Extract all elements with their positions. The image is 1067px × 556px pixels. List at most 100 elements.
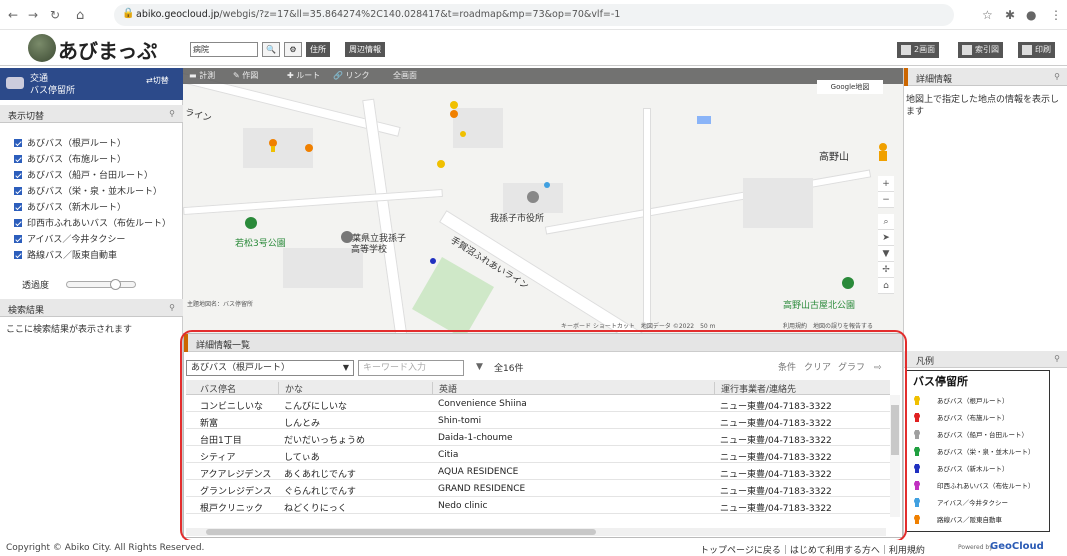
legend-label: あびバス（栄・泉・並木ルート） bbox=[937, 448, 1035, 456]
gear-button[interactable]: ⚙ bbox=[284, 42, 302, 57]
table-row[interactable]: 台田1丁目 だいだいっちょうめ Daida-1-choume ニュー東豊/04-718… bbox=[186, 430, 890, 446]
bus-stop-marker[interactable] bbox=[430, 258, 436, 264]
clear-button[interactable]: クリア bbox=[804, 361, 831, 375]
column-header-kana[interactable]: かな bbox=[278, 382, 303, 395]
table-row[interactable]: グランレジデンス ぐらんれじでんす GRAND RESIDENCE ニュー東豊/04-… bbox=[186, 481, 890, 497]
bus-stop-marker[interactable] bbox=[460, 131, 466, 137]
table-row[interactable]: 根戸クリニック ねどくりにっく Nedo clinic ニュー東豊/04-7183-3… bbox=[186, 498, 890, 514]
search-button[interactable]: 🔍 bbox=[262, 42, 280, 57]
scrollbar-thumb[interactable] bbox=[891, 405, 899, 455]
layer-checkbox-5[interactable]: 印西市ふれあいバス（布佐ルート） bbox=[14, 216, 171, 230]
detail-info-header[interactable]: 詳細情報 ⚲ bbox=[904, 68, 1067, 86]
bus-stop-pin-icon bbox=[914, 430, 920, 439]
table-horizontal-scrollbar[interactable] bbox=[186, 528, 886, 536]
table-cell: ニュー東豊/04-7183-3322 bbox=[720, 419, 832, 429]
filter-icon[interactable]: ▼ bbox=[878, 246, 894, 262]
bus-stop-marker[interactable] bbox=[305, 144, 313, 152]
layer-switch-label: 切替 bbox=[152, 76, 169, 85]
zoom-in-button[interactable]: + bbox=[878, 176, 894, 192]
poi-marker[interactable] bbox=[842, 277, 854, 289]
table-cell: グランレジデンス bbox=[200, 487, 272, 497]
checkbox-icon[interactable] bbox=[14, 203, 22, 211]
location-icon[interactable]: ➤ bbox=[878, 230, 894, 246]
condition-button[interactable]: 条件 bbox=[778, 361, 796, 375]
search-input[interactable]: 病院 bbox=[190, 42, 258, 57]
layer-checkbox-2[interactable]: あびバス（船戸・台田ルート） bbox=[14, 168, 153, 182]
geocloud-logo[interactable]: GeoCloud bbox=[990, 541, 1044, 552]
star-icon[interactable]: ☆ bbox=[982, 8, 993, 22]
bus-stop-marker[interactable] bbox=[450, 101, 458, 118]
extensions-icon[interactable]: ✱ bbox=[1005, 8, 1015, 22]
two-screen-button[interactable]: 2画面 bbox=[897, 42, 940, 58]
reload-icon[interactable]: ↻ bbox=[50, 8, 60, 22]
poi-marker[interactable] bbox=[527, 191, 539, 203]
table-row[interactable]: シティア してぃあ Citia ニュー東豊/04-7183-3322 bbox=[186, 447, 890, 463]
bus-stop-marker[interactable] bbox=[544, 182, 550, 188]
home-icon[interactable]: ⌂ bbox=[76, 8, 84, 23]
pegman-icon[interactable] bbox=[879, 143, 887, 161]
address-bar[interactable]: 🔒 abiko.geocloud.jp/webgis/?z=17&ll=35.8… bbox=[114, 4, 954, 26]
layer-checkbox-0[interactable]: あびバス（根戸ルート） bbox=[14, 136, 126, 150]
legend-header[interactable]: 凡例 ⚲ bbox=[904, 351, 1067, 368]
forward-icon[interactable]: → bbox=[28, 8, 38, 22]
layer-label: あびバス（船戸・台田ルート） bbox=[27, 171, 154, 181]
home-icon[interactable]: ⌂ bbox=[878, 278, 894, 294]
column-header-english[interactable]: 英語 bbox=[432, 382, 457, 395]
table-cell: アクアレジデンス bbox=[200, 470, 272, 480]
export-icon[interactable]: ⇨ bbox=[874, 361, 882, 375]
pin-icon[interactable]: ⚲ bbox=[1054, 354, 1060, 363]
bus-stop-marker[interactable] bbox=[269, 139, 277, 152]
bus-stop-pin-icon bbox=[914, 396, 920, 405]
checkbox-icon[interactable] bbox=[14, 171, 22, 179]
checkbox-icon[interactable] bbox=[14, 251, 22, 259]
bus-stop-marker[interactable] bbox=[437, 160, 445, 168]
layer-checkbox-3[interactable]: あびバス（栄・泉・並木ルート） bbox=[14, 184, 162, 198]
route-select[interactable]: あびバス（根戸ルート） ▼ bbox=[186, 360, 354, 376]
index-map-button[interactable]: 索引図 bbox=[958, 42, 1003, 58]
scrollbar-thumb[interactable] bbox=[206, 529, 596, 535]
zoom-out-button[interactable]: − bbox=[878, 192, 894, 208]
checkbox-icon[interactable] bbox=[14, 187, 22, 195]
pin-icon[interactable]: ⚲ bbox=[1054, 72, 1060, 81]
layer-checkbox-6[interactable]: アイバス／今井タクシー bbox=[14, 232, 125, 246]
search-icon[interactable]: ⌕ bbox=[878, 214, 894, 230]
app-header: あびまっぷ 病院 🔍 ⚙ 住所 周辺情報 2画面 索引図 印刷 bbox=[0, 32, 1067, 66]
address-button[interactable]: 住所 bbox=[306, 42, 330, 57]
table-vertical-scrollbar[interactable] bbox=[890, 395, 900, 517]
layer-checkbox-7[interactable]: 路線バス／阪東自動車 bbox=[14, 248, 117, 262]
checkbox-icon[interactable] bbox=[14, 235, 22, 243]
app-logo[interactable]: あびまっぷ bbox=[28, 34, 178, 64]
checkbox-icon[interactable] bbox=[14, 139, 22, 147]
table-row[interactable]: コンビニしいな こんびにしいな Convenience Shiina ニュー東豊/04… bbox=[186, 396, 890, 412]
column-header-name[interactable]: バス停名 bbox=[186, 382, 236, 395]
column-header-operator[interactable]: 運行事業者/連絡先 bbox=[714, 382, 796, 395]
search-results-header[interactable]: 検索結果 ⚲ bbox=[0, 299, 183, 317]
table-row[interactable]: 新富 しんとみ Shin-tomi ニュー東豊/04-7183-3322 bbox=[186, 413, 890, 429]
menu-icon[interactable]: ⋮ bbox=[1050, 8, 1062, 22]
checkbox-icon[interactable] bbox=[14, 219, 22, 227]
layer-label: 印西市ふれあいバス（布佐ルート） bbox=[27, 219, 172, 229]
graph-button[interactable]: グラフ bbox=[838, 361, 865, 375]
layer-switch-button[interactable]: ⇄切替 bbox=[146, 75, 169, 86]
around-info-button[interactable]: 周辺情報 bbox=[345, 42, 385, 57]
pin-icon[interactable]: ⚲ bbox=[169, 303, 175, 312]
table-row[interactable]: アクアレジデンス あくあれじでんす AQUA RESIDENCE ニュー東豊/04-7… bbox=[186, 464, 890, 480]
opacity-slider[interactable] bbox=[66, 279, 136, 290]
opacity-slider-handle[interactable] bbox=[110, 279, 121, 290]
poi-marker[interactable] bbox=[245, 217, 257, 229]
footer-links[interactable]: トップページに戻る｜はじめて利用する方へ｜利用規約 bbox=[700, 543, 925, 556]
pin-icon[interactable]: ⚲ bbox=[169, 109, 175, 118]
layer-checkbox-1[interactable]: あびバス（布施ルート） bbox=[14, 152, 126, 166]
filter-icon[interactable]: ▼ bbox=[476, 362, 483, 372]
checkbox-icon[interactable] bbox=[14, 155, 22, 163]
legend-label: あびバス（新木ルート） bbox=[937, 465, 1009, 473]
keyword-input[interactable]: キーワード入力 bbox=[358, 360, 464, 376]
back-icon[interactable]: ← bbox=[8, 8, 18, 22]
compass-icon[interactable]: ✢ bbox=[878, 262, 894, 278]
profile-icon[interactable]: ● bbox=[1026, 8, 1036, 22]
display-switch-header[interactable]: 表示切替 ⚲ bbox=[0, 105, 183, 123]
legend-label: 印西ふれあいバス（布佐ルート） bbox=[937, 482, 1035, 490]
print-button[interactable]: 印刷 bbox=[1018, 42, 1055, 58]
layer-checkbox-4[interactable]: あびバス（新木ルート） bbox=[14, 200, 126, 214]
poi-marker[interactable] bbox=[341, 231, 353, 243]
